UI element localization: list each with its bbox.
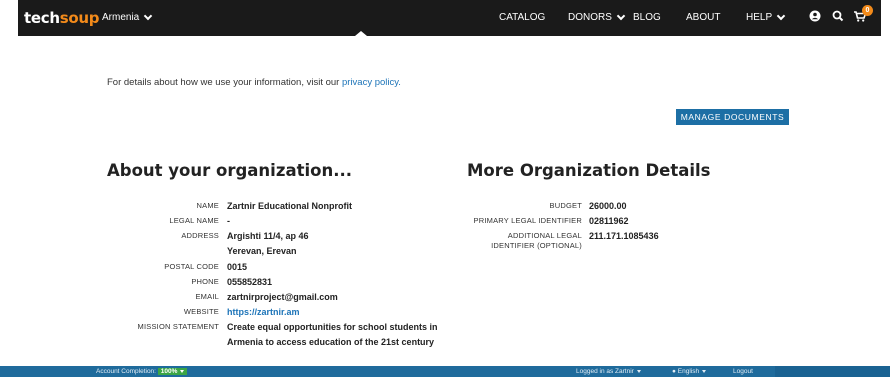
postal-code-value: 0015 bbox=[227, 262, 248, 272]
field-label: ADDITIONAL LEGAL IDENTIFIER (OPTIONAL) bbox=[491, 231, 582, 250]
field-phone: PHONE 055852831 bbox=[107, 275, 447, 290]
field-label: MISSION STATEMENT bbox=[137, 322, 219, 331]
caret-down-icon bbox=[180, 369, 185, 373]
status-bar: Account Completion: 100% Logged in as Za… bbox=[0, 366, 890, 377]
nav-help[interactable]: HELP bbox=[746, 11, 786, 23]
logout-link[interactable]: Logout bbox=[733, 368, 753, 375]
field-label: EMAIL bbox=[195, 292, 219, 301]
nav-about-label: ABOUT bbox=[686, 12, 721, 23]
logged-in-label: Logged in as Zartnir bbox=[576, 368, 634, 375]
nav-catalog[interactable]: CATALOG bbox=[499, 12, 545, 23]
field-email: EMAIL zartnirproject@gmail.com bbox=[107, 290, 447, 305]
logged-in-menu[interactable]: Logged in as Zartnir bbox=[576, 368, 641, 375]
top-nav-bar: techsoup Armenia CATALOG DONORS BLOG ABO… bbox=[18, 0, 881, 36]
caret-down-icon bbox=[702, 369, 707, 373]
manage-documents-button[interactable]: MANAGE DOCUMENTS bbox=[676, 109, 789, 125]
field-label: ADDRESS bbox=[181, 231, 219, 240]
account-completion[interactable]: Account Completion: 100% bbox=[96, 368, 188, 375]
field-legal-name: LEGAL NAME - bbox=[107, 214, 447, 229]
field-label: PRIMARY LEGAL IDENTIFIER bbox=[473, 216, 582, 225]
cart-icon[interactable]: 0 bbox=[853, 5, 873, 23]
cart-count-badge: 0 bbox=[862, 5, 873, 16]
field-label: WEBSITE bbox=[183, 307, 219, 316]
nav-about[interactable]: ABOUT bbox=[686, 12, 720, 23]
chevron-down-icon bbox=[616, 11, 626, 20]
account-completion-label: Account Completion: bbox=[96, 368, 156, 375]
language-label: English bbox=[677, 368, 700, 375]
techsoup-logo[interactable]: techsoup bbox=[24, 9, 99, 27]
privacy-text: For details about how we use your inform… bbox=[107, 77, 340, 88]
field-additional-identifier: ADDITIONAL LEGAL IDENTIFIER (OPTIONAL) 2… bbox=[467, 229, 729, 251]
field-postal-code: POSTAL CODE 0015 bbox=[107, 260, 447, 275]
more-details-heading: More Organization Details bbox=[467, 161, 711, 180]
nav-catalog-label: CATALOG bbox=[499, 12, 546, 23]
field-label: PHONE bbox=[191, 277, 219, 286]
field-label: LEGAL NAME bbox=[169, 216, 219, 225]
search-icon[interactable] bbox=[831, 9, 845, 23]
nav-blog-label: BLOG bbox=[633, 12, 661, 23]
field-label: NAME bbox=[196, 201, 219, 210]
address-line2: Yerevan, Erevan bbox=[227, 246, 297, 256]
logo-text-soup: soup bbox=[59, 9, 100, 27]
about-organization-heading: About your organization... bbox=[107, 161, 353, 180]
additional-identifier-value: 211.171.1085436 bbox=[589, 231, 659, 241]
address-value: Argishti 11/4, ap 46 Yerevan, Erevan bbox=[227, 229, 447, 259]
privacy-notice: For details about how we use your inform… bbox=[107, 77, 401, 88]
country-selector[interactable]: Armenia bbox=[102, 11, 153, 23]
field-website: WEBSITE https://zartnir.am bbox=[107, 305, 447, 320]
email-value: zartnirproject@gmail.com bbox=[227, 292, 338, 302]
country-label: Armenia bbox=[102, 12, 140, 23]
page: techsoup Armenia CATALOG DONORS BLOG ABO… bbox=[0, 0, 890, 377]
field-budget: BUDGET 26000.00 bbox=[467, 199, 729, 214]
legal-name-value: - bbox=[227, 216, 230, 226]
field-name: NAME Zartnir Educational Nonprofit bbox=[107, 199, 447, 214]
dropdown-notch bbox=[355, 31, 367, 36]
globe-icon: ● bbox=[672, 368, 676, 375]
nav-donors-label: DONORS bbox=[568, 12, 612, 23]
nav-donors[interactable]: DONORS bbox=[568, 11, 626, 23]
completion-badge: 100% bbox=[157, 368, 188, 375]
field-primary-identifier: PRIMARY LEGAL IDENTIFIER 02811962 bbox=[467, 214, 729, 229]
account-icon[interactable] bbox=[808, 9, 822, 23]
completion-value: 100% bbox=[160, 368, 178, 375]
caret-down-icon bbox=[636, 369, 641, 373]
nav-help-label: HELP bbox=[746, 12, 773, 23]
website-link[interactable]: https://zartnir.am bbox=[227, 305, 447, 320]
org-name-value: Zartnir Educational Nonprofit bbox=[227, 201, 352, 211]
language-menu[interactable]: ● English bbox=[672, 368, 707, 375]
mission-statement-value: Create equal opportunities for school st… bbox=[227, 322, 438, 347]
field-address: ADDRESS Argishti 11/4, ap 46 Yerevan, Er… bbox=[107, 229, 447, 259]
logo-text-tech: tech bbox=[24, 9, 60, 27]
field-label: BUDGET bbox=[549, 201, 582, 210]
chevron-down-icon bbox=[776, 11, 786, 20]
field-label: POSTAL CODE bbox=[164, 262, 219, 271]
privacy-policy-link[interactable]: privacy policy. bbox=[342, 77, 401, 88]
primary-identifier-value: 02811962 bbox=[589, 216, 629, 226]
budget-value: 26000.00 bbox=[589, 201, 627, 211]
nav-blog[interactable]: BLOG bbox=[633, 12, 661, 23]
chevron-down-icon bbox=[144, 11, 153, 20]
field-mission-statement: MISSION STATEMENT Create equal opportuni… bbox=[107, 320, 447, 350]
phone-value: 055852831 bbox=[227, 277, 273, 287]
address-line1: Argishti 11/4, ap 46 bbox=[227, 231, 309, 241]
